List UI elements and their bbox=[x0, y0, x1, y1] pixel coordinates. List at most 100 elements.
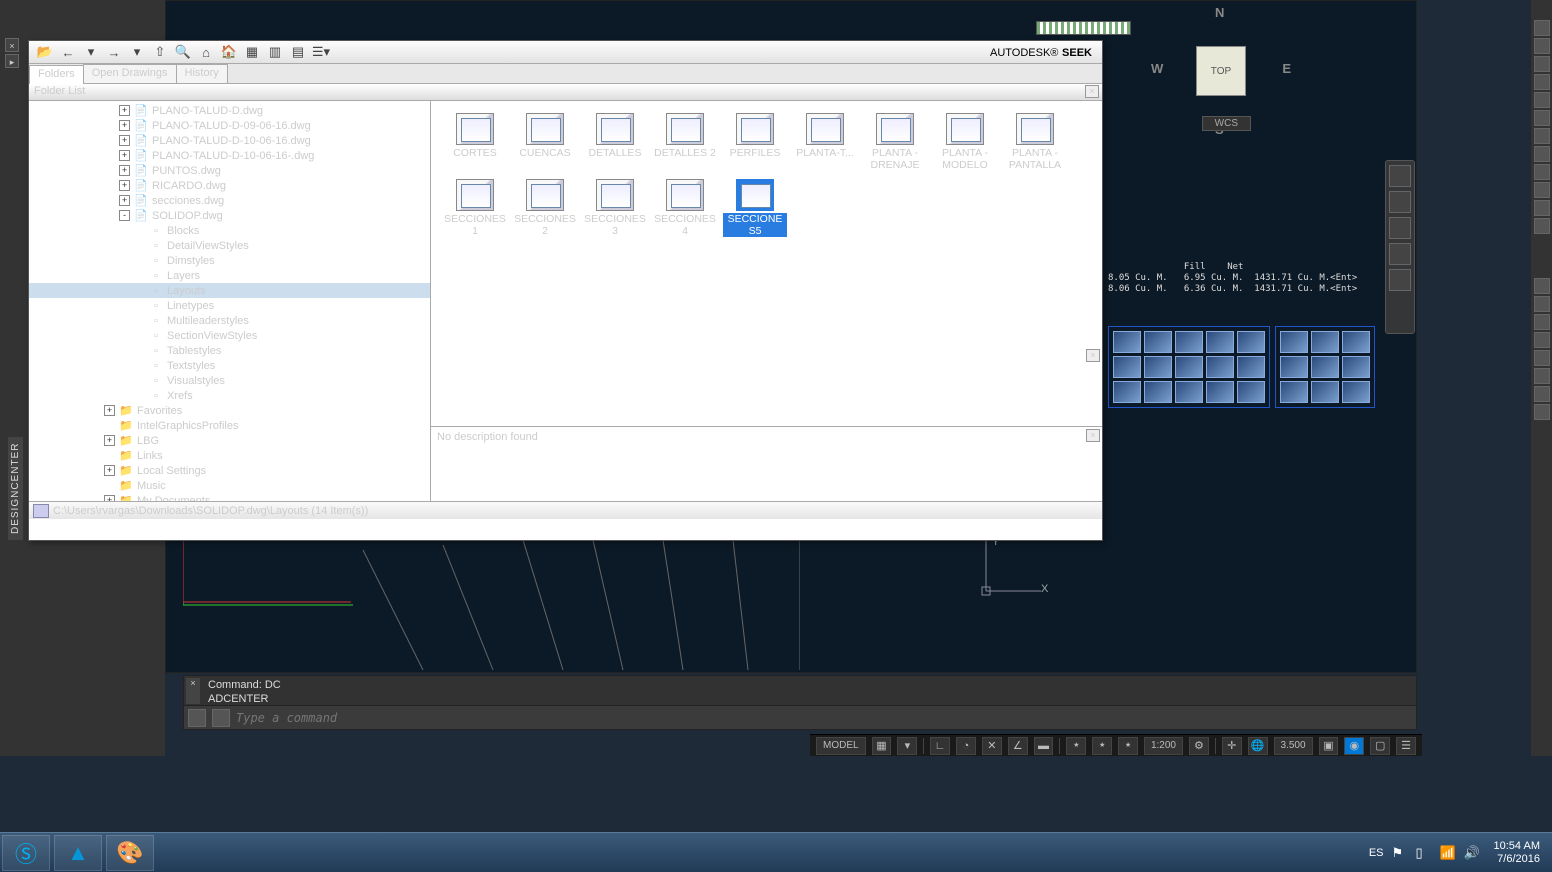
close-icon[interactable]: × bbox=[1085, 85, 1099, 98]
up-icon[interactable]: ⇧ bbox=[149, 42, 171, 62]
command-input[interactable] bbox=[236, 711, 1412, 725]
crosshair-icon[interactable]: ✛ bbox=[1222, 737, 1242, 755]
viewcube[interactable]: W E N S TOP bbox=[1161, 11, 1281, 131]
tree-node[interactable]: 📁Links bbox=[29, 448, 430, 463]
layout-thumbnail[interactable]: DETALLES bbox=[581, 111, 649, 173]
dc-title-bar[interactable]: DESIGNCENTER bbox=[8, 437, 23, 540]
tree-node[interactable]: +📁Favorites bbox=[29, 403, 430, 418]
layout-thumbnail[interactable]: SECCIONES3 bbox=[581, 177, 649, 239]
person2-icon[interactable]: ⭑ bbox=[1092, 737, 1112, 755]
tree-toggle-icon[interactable]: ▦ bbox=[241, 42, 263, 62]
wcs-badge[interactable]: WCS bbox=[1202, 116, 1251, 131]
system-tray[interactable]: ES ⚑ ▯ 📶 🔊 10:54 AM 7/6/2016 bbox=[1369, 840, 1552, 866]
right-tool-palette[interactable] bbox=[1531, 0, 1552, 756]
tree-node[interactable]: +📄secciones.dwg bbox=[29, 193, 430, 208]
network-icon[interactable]: 📶 bbox=[1440, 845, 1456, 861]
close-icon[interactable]: × bbox=[1086, 429, 1100, 442]
tree-node[interactable]: -📄SOLIDOP.dwg bbox=[29, 208, 430, 223]
tool-icon[interactable] bbox=[1534, 350, 1550, 366]
dc-palette-controls[interactable]: × ▸ bbox=[5, 38, 25, 68]
annotation-scale[interactable]: 1:200 bbox=[1144, 737, 1183, 755]
tool-icon[interactable] bbox=[1534, 218, 1550, 234]
tool-icon[interactable] bbox=[1534, 314, 1550, 330]
tab-history[interactable]: History bbox=[176, 64, 228, 83]
tool-icon[interactable] bbox=[1534, 182, 1550, 198]
content-thumbnails[interactable]: CORTESCUENCASDETALLESDETALLES 2PERFILESP… bbox=[431, 101, 1102, 347]
tree-node[interactable]: +📄PLANO-TALUD-D.dwg bbox=[29, 103, 430, 118]
taskbar-clock[interactable]: 10:54 AM 7/6/2016 bbox=[1488, 840, 1546, 866]
tool-icon[interactable] bbox=[1534, 146, 1550, 162]
person3-icon[interactable]: ⭑ bbox=[1118, 737, 1138, 755]
tree-node[interactable]: ▫Dimstyles bbox=[29, 253, 430, 268]
viewcube-north[interactable]: N bbox=[1215, 5, 1224, 20]
layout-thumbnail[interactable]: CORTES bbox=[441, 111, 509, 173]
polar-icon[interactable]: ◔ bbox=[956, 737, 976, 755]
description-toggle-icon[interactable]: ▤ bbox=[287, 42, 309, 62]
tree-node[interactable]: +📄PLANO-TALUD-D-10-06-16.dwg bbox=[29, 133, 430, 148]
layout-thumbnail[interactable]: DETALLES 2 bbox=[651, 111, 719, 173]
forward-icon[interactable]: → bbox=[103, 42, 125, 62]
volume-icon[interactable]: 🔊 bbox=[1464, 845, 1480, 861]
forward-menu-icon[interactable]: ▾ bbox=[126, 42, 148, 62]
tree-node[interactable]: 📁IntelGraphicsProfiles bbox=[29, 418, 430, 433]
gear-icon[interactable]: ⚙ bbox=[1189, 737, 1209, 755]
hardware-accel-icon[interactable]: ◉ bbox=[1344, 737, 1364, 755]
showmotion-icon[interactable] bbox=[1389, 269, 1411, 291]
tree-node[interactable]: ▫Layers bbox=[29, 268, 430, 283]
pan-icon[interactable] bbox=[1389, 191, 1411, 213]
nav-wheel-icon[interactable] bbox=[1389, 165, 1411, 187]
autohide-icon[interactable]: ▸ bbox=[5, 54, 19, 68]
flag-icon[interactable]: ⚑ bbox=[1392, 845, 1408, 861]
layout-thumbnail[interactable]: PLANTA -PANTALLA bbox=[1001, 111, 1069, 173]
layout-thumbnail[interactable]: PLANTA -DRENAJE bbox=[861, 111, 929, 173]
tool-icon[interactable] bbox=[1534, 74, 1550, 90]
layout-thumbnail[interactable]: PLANTA -MODELO bbox=[931, 111, 999, 173]
tree-node[interactable]: ▫Textstyles bbox=[29, 358, 430, 373]
navigation-bar[interactable] bbox=[1385, 160, 1415, 334]
tool-icon[interactable] bbox=[1534, 164, 1550, 180]
elevation-value[interactable]: 3.500 bbox=[1274, 737, 1313, 755]
tool-icon[interactable] bbox=[1534, 110, 1550, 126]
tool-icon[interactable] bbox=[1534, 386, 1550, 402]
tree-node[interactable]: ▫Xrefs bbox=[29, 388, 430, 403]
autodesk-seek-link[interactable]: AUTODESK® SEEK bbox=[990, 44, 1092, 59]
tool-icon[interactable] bbox=[1534, 278, 1550, 294]
viewcube-east[interactable]: E bbox=[1282, 61, 1291, 76]
clean-screen-icon[interactable]: ▢ bbox=[1370, 737, 1390, 755]
skype-app-icon[interactable]: Ⓢ bbox=[2, 835, 50, 871]
command-input-row[interactable] bbox=[184, 705, 1416, 729]
command-handle[interactable]: × bbox=[186, 678, 200, 704]
tool-icon[interactable] bbox=[1534, 368, 1550, 384]
battery-icon[interactable]: ▯ bbox=[1416, 845, 1432, 861]
autocad-app-icon[interactable]: ▲ bbox=[54, 835, 102, 871]
folder-tree[interactable]: +📄PLANO-TALUD-D.dwg+📄PLANO-TALUD-D-09-06… bbox=[29, 101, 431, 501]
tree-node[interactable]: ▫Layouts bbox=[29, 283, 430, 298]
tree-node[interactable]: ▫Multileaderstyles bbox=[29, 313, 430, 328]
snap-icon[interactable]: ∟ bbox=[930, 737, 950, 755]
back-menu-icon[interactable]: ▾ bbox=[80, 42, 102, 62]
favorites-icon[interactable]: ⌂ bbox=[195, 42, 217, 62]
layout-thumbnail[interactable]: SECCIONES5 bbox=[721, 177, 789, 239]
tree-node[interactable]: ▫Linetypes bbox=[29, 298, 430, 313]
tree-node[interactable]: ▫Tablestyles bbox=[29, 343, 430, 358]
tree-node[interactable]: +📄PLANO-TALUD-D-09-06-16.dwg bbox=[29, 118, 430, 133]
tool-icon[interactable] bbox=[1534, 404, 1550, 420]
zoom-icon[interactable] bbox=[1389, 217, 1411, 239]
tree-node[interactable]: 📁Music bbox=[29, 478, 430, 493]
tree-node[interactable]: +📁Local Settings bbox=[29, 463, 430, 478]
tree-node[interactable]: ▫Visualstyles bbox=[29, 373, 430, 388]
preview-toggle-icon[interactable]: ▥ bbox=[264, 42, 286, 62]
tab-folders[interactable]: Folders bbox=[29, 65, 84, 84]
viewcube-face[interactable]: TOP bbox=[1196, 46, 1246, 96]
grid-menu-icon[interactable]: ▾ bbox=[897, 737, 917, 755]
layout-thumbnail[interactable]: SECCIONES4 bbox=[651, 177, 719, 239]
tree-node[interactable]: ▫Blocks bbox=[29, 223, 430, 238]
close-icon[interactable]: × bbox=[5, 38, 19, 52]
tree-node[interactable]: +📄PUNTOS.dwg bbox=[29, 163, 430, 178]
osnap-icon[interactable]: ✕ bbox=[982, 737, 1002, 755]
otrack-icon[interactable]: ∠ bbox=[1008, 737, 1028, 755]
model-button[interactable]: MODEL bbox=[816, 737, 866, 755]
tool-icon[interactable] bbox=[1534, 56, 1550, 72]
tree-node[interactable]: +📄PLANO-TALUD-D-10-06-16-.dwg bbox=[29, 148, 430, 163]
customization-icon[interactable]: ☰ bbox=[1396, 737, 1416, 755]
